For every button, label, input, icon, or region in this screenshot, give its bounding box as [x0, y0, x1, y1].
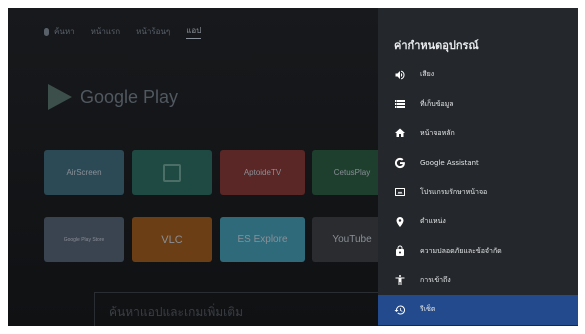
microphone-icon: [44, 27, 49, 36]
menu-item-label: ตำแหน่ง: [420, 217, 446, 226]
app-tile-label: Google Play Store: [63, 236, 105, 243]
speaker-icon: [394, 69, 406, 81]
storage-icon: [394, 98, 406, 110]
tab-home[interactable]: หน้าแรก: [91, 25, 121, 38]
menu-item-sound[interactable]: เสียง: [378, 60, 578, 89]
menu-item-storage[interactable]: ที่เก็บข้อมูล: [378, 89, 578, 118]
menu-item-accessibility[interactable]: การเข้าถึง: [378, 266, 578, 295]
google-play-title: Google Play: [80, 86, 179, 107]
tab-apps[interactable]: แอป: [186, 24, 202, 39]
app-tile-play-store[interactable]: Google Play Store: [44, 217, 124, 262]
menu-item-label: การเข้าถึง: [420, 275, 451, 284]
app-tile-label: AptoideTV: [243, 168, 282, 177]
app-tile-aptoide[interactable]: AptoideTV: [220, 150, 305, 195]
app-tile-label: AirScreen: [66, 168, 102, 177]
reset-icon: [394, 304, 406, 316]
menu-item-label: เสียง: [420, 70, 435, 79]
bottom-search-label: ค้นหาแอปและเกมเพิ่มเติม: [109, 305, 243, 319]
menu-item-security[interactable]: ความปลอดภัยและข้อจำกัด: [378, 236, 578, 265]
location-icon: [394, 216, 406, 228]
menu-item-label: ความปลอดภัยและข้อจำกัด: [420, 246, 502, 255]
play-triangle-icon: [48, 84, 72, 110]
menu-item-label: ที่เก็บข้อมูล: [420, 99, 454, 108]
bottom-search-bar[interactable]: ค้นหาแอปและเกมเพิ่มเติม: [94, 292, 396, 326]
app-tile-label: ES Explore: [237, 234, 288, 245]
nav-search[interactable]: ค้นหา: [44, 25, 75, 38]
device-preferences-panel: ค่ากำหนดอุปกรณ์ เสียง ที่เก็บข้อมูล หน้า…: [378, 8, 578, 326]
home-icon: [394, 127, 406, 139]
menu-item-screensaver[interactable]: โปรแกรมรักษาหน้าจอ: [378, 178, 578, 207]
menu-item-google-assistant[interactable]: Google Assistant: [378, 148, 578, 177]
screensaver-icon: [394, 186, 406, 198]
menu-item-location[interactable]: ตำแหน่ง: [378, 207, 578, 236]
grid-icon: [163, 163, 181, 182]
app-tile-es-explorer[interactable]: ES Explore: [220, 217, 305, 262]
app-tile-label: VLC: [161, 233, 183, 246]
accessibility-icon: [394, 274, 406, 286]
menu-item-label: โปรแกรมรักษาหน้าจอ: [420, 187, 488, 196]
app-tile-label: CetusPlay: [333, 168, 371, 177]
app-tile-label: YouTube: [332, 234, 372, 245]
tv-screen: ค้นหา หน้าแรก หน้าร้อนๆ แอป Google Play …: [8, 8, 578, 326]
menu-item-label: Google Assistant: [420, 158, 479, 167]
google-icon: [394, 157, 406, 169]
menu-item-reset[interactable]: รีเซ็ต: [378, 295, 578, 325]
nav-search-label: ค้นหา: [54, 27, 75, 36]
menu-item-label: หน้าจอหลัก: [420, 128, 455, 137]
top-navigation: ค้นหา หน้าแรก หน้าร้อนๆ แอป: [44, 24, 202, 39]
menu-item-home-screen[interactable]: หน้าจอหลัก: [378, 119, 578, 148]
app-tile-vlc[interactable]: VLC: [132, 217, 212, 262]
lock-icon: [394, 245, 406, 257]
google-play-logo: Google Play: [48, 84, 178, 110]
panel-title: ค่ากำหนดอุปกรณ์: [394, 39, 479, 52]
menu-item-label: รีเซ็ต: [420, 305, 436, 314]
tab-trending[interactable]: หน้าร้อนๆ: [136, 25, 170, 38]
app-tile-grid[interactable]: [132, 150, 212, 195]
app-tile-airscreen[interactable]: AirScreen: [44, 150, 124, 195]
preferences-menu: เสียง ที่เก็บข้อมูล หน้าจอหลัก Google As…: [378, 60, 578, 325]
